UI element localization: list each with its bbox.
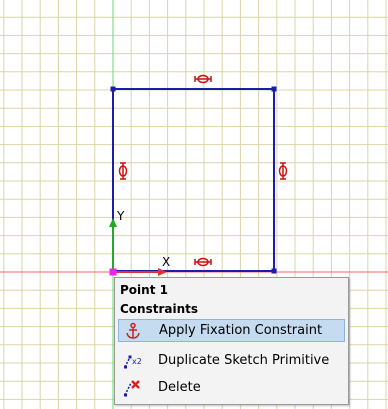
menu-title: Point 1	[120, 283, 168, 297]
y-axis-label: Y	[117, 209, 125, 223]
menu-item-duplicate-sketch-primitive[interactable]: x2 Duplicate Sketch Primitive	[118, 350, 345, 373]
sketch-point-bottom-right[interactable]	[271, 268, 277, 274]
vertical-constraint-icon[interactable]	[278, 162, 288, 180]
delete-icon	[124, 380, 140, 397]
menu-item-label: Duplicate Sketch Primitive	[158, 353, 330, 368]
origin-point[interactable]	[109, 268, 117, 276]
duplicate-icon: x2	[124, 355, 141, 369]
anchor-icon	[126, 322, 140, 339]
svg-text:x2: x2	[132, 357, 141, 366]
horizontal-constraint-icon[interactable]	[194, 74, 212, 84]
horizontal-constraint-icon[interactable]	[194, 257, 212, 267]
sketch-rectangle[interactable]	[110, 86, 277, 274]
menu-subtitle: Constraints	[120, 302, 199, 316]
menu-item-label: Apply Fixation Constraint	[159, 323, 323, 338]
sketch-point-top-right[interactable]	[271, 86, 277, 92]
menu-item-label: Delete	[158, 380, 201, 395]
x-axis-arrow-icon	[113, 268, 167, 276]
vertical-constraint-icon[interactable]	[118, 162, 128, 180]
menu-item-apply-fixation-constraint[interactable]: Apply Fixation Constraint	[118, 319, 345, 342]
sketch-point-top-left[interactable]	[110, 86, 116, 92]
x-axis-label: X	[162, 255, 171, 269]
context-menu: Point 1 Constraints Apply Fixation Const…	[114, 277, 349, 405]
y-axis-arrow-icon	[109, 218, 117, 271]
menu-item-delete[interactable]: Delete	[118, 377, 345, 400]
